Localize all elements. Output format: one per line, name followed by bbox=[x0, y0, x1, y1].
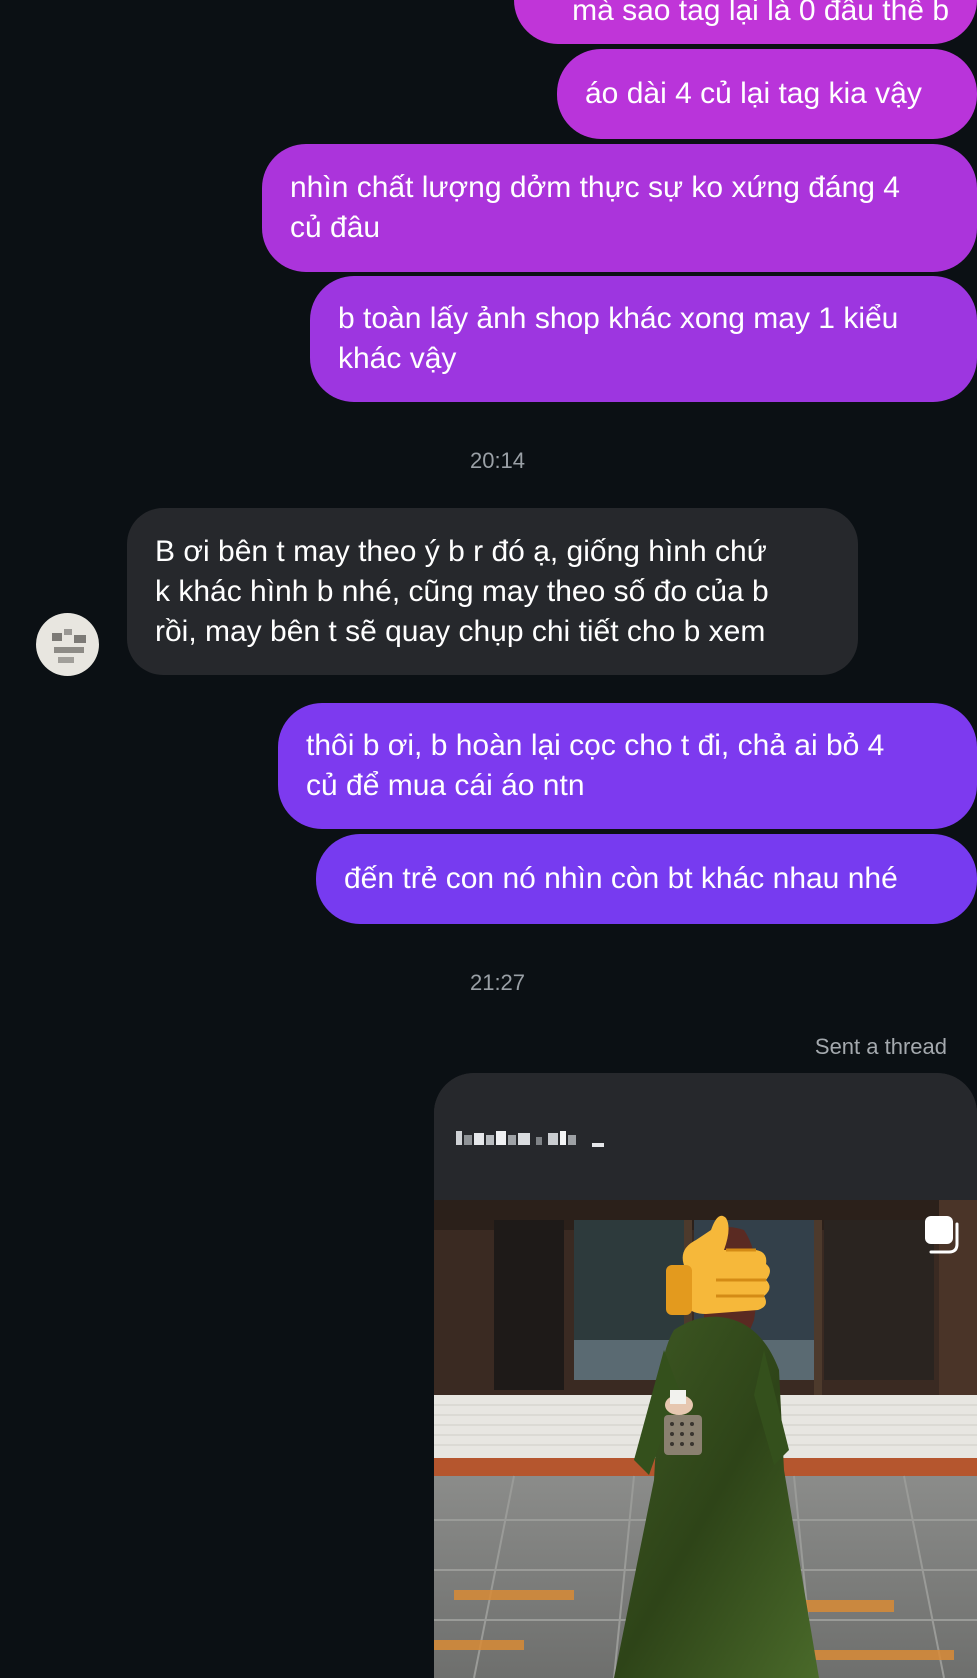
message-text: đến trẻ con nó nhìn còn bt khác nhau nhé bbox=[344, 862, 898, 895]
multi-image-icon bbox=[925, 1216, 959, 1254]
message-text: củ đâu bbox=[290, 211, 381, 244]
message-text: rồi, may bên t sẽ quay chụp chi tiết cho… bbox=[155, 614, 766, 648]
outgoing-message[interactable]: b toàn lấy ảnh shop khác xong may 1 kiểu… bbox=[310, 276, 977, 402]
outgoing-message[interactable]: áo dài 4 củ lại tag kia vậy bbox=[557, 49, 977, 139]
message-text: B ơi bên t may theo ý b r đó ạ, giống hì… bbox=[155, 534, 767, 568]
message-text: thôi b ơi, b hoàn lại cọc cho t đi, chả … bbox=[306, 729, 885, 762]
thread-photo[interactable] bbox=[434, 1200, 977, 1678]
outgoing-message[interactable]: mà sao tag lại là 0 đâu thế b bbox=[514, 0, 977, 44]
sent-thread-label: Sent a thread bbox=[814, 1034, 947, 1059]
outgoing-message[interactable]: đến trẻ con nó nhìn còn bt khác nhau nhé bbox=[316, 834, 977, 924]
avatar[interactable] bbox=[36, 613, 99, 676]
pixelated-username bbox=[456, 1131, 604, 1147]
message-text: b toàn lấy ảnh shop khác xong may 1 kiểu bbox=[338, 302, 899, 335]
message-text: khác vậy bbox=[338, 342, 457, 375]
timestamp: 20:14 bbox=[469, 448, 526, 473]
message-text: mà sao tag lại là 0 đâu thế b bbox=[572, 0, 949, 27]
message-text: nhìn chất lượng dởm thực sự ko xứng đáng… bbox=[290, 171, 900, 204]
street-photo-image bbox=[434, 1200, 977, 1678]
thread-header bbox=[434, 1073, 977, 1201]
shared-thread-card[interactable] bbox=[434, 1073, 977, 1678]
message-text: củ để mua cái áo ntn bbox=[306, 769, 585, 802]
timestamp: 21:27 bbox=[469, 970, 526, 995]
outgoing-message[interactable]: nhìn chất lượng dởm thực sự ko xứng đáng… bbox=[262, 144, 977, 272]
message-text: áo dài 4 củ lại tag kia vậy bbox=[585, 77, 922, 110]
incoming-message[interactable]: B ơi bên t may theo ý b r đó ạ, giống hì… bbox=[127, 508, 858, 675]
outgoing-message[interactable]: thôi b ơi, b hoàn lại cọc cho t đi, chả … bbox=[278, 703, 977, 829]
message-text: k khác hình b nhé, cũng may theo số đo c… bbox=[155, 574, 769, 608]
